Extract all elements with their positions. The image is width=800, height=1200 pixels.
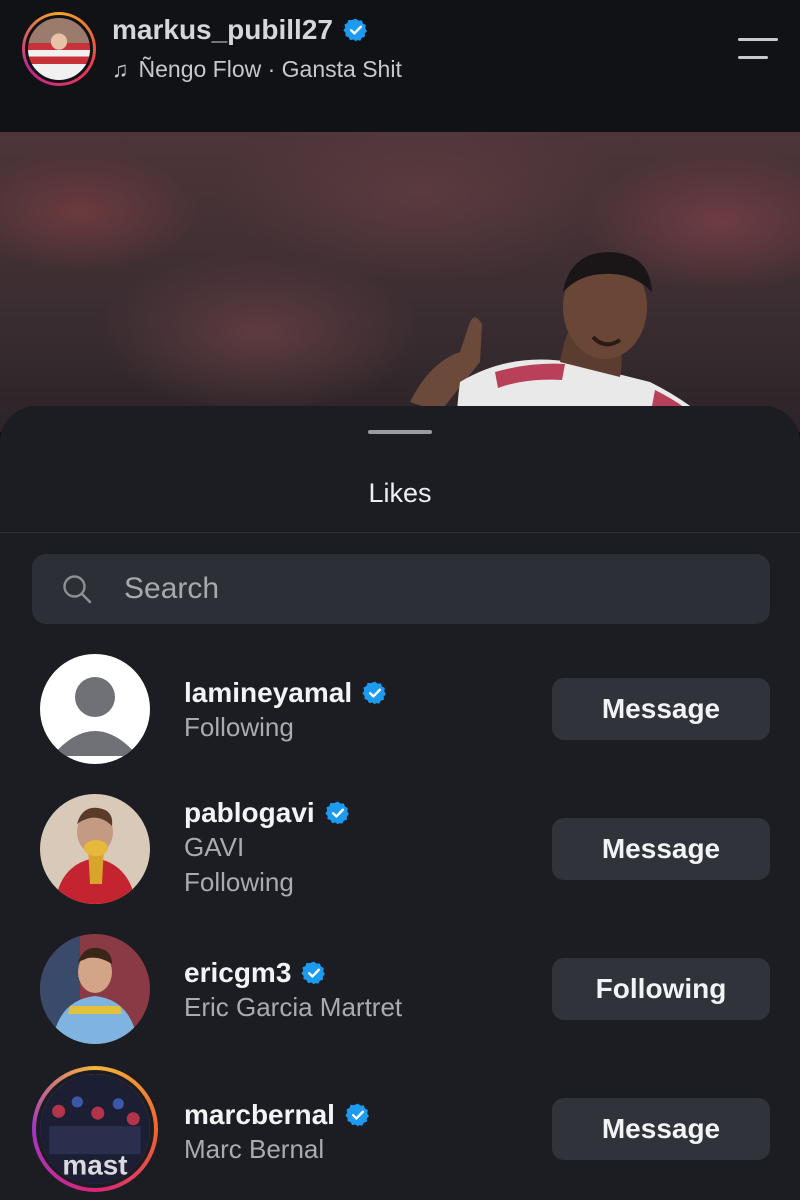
list-item[interactable]: pablogavi GAVI Following Message: [0, 794, 800, 924]
message-button[interactable]: Message: [552, 1098, 770, 1160]
likes-sheet: Likes lamineyamal Following Me: [0, 406, 800, 1200]
divider: [0, 532, 800, 533]
user-fullname: GAVI: [184, 832, 245, 862]
username[interactable]: lamineyamal: [184, 677, 352, 709]
search-icon: [63, 575, 92, 604]
user-name-row[interactable]: pablogavi: [184, 796, 351, 830]
music-note-icon: ♫: [112, 56, 129, 82]
message-button[interactable]: Message: [552, 818, 770, 880]
menu-icon[interactable]: [738, 38, 778, 60]
user-name-row[interactable]: ericgm3: [184, 956, 402, 990]
username[interactable]: pablogavi: [184, 797, 315, 829]
user-info: pablogavi GAVI Following: [184, 796, 351, 900]
author-name-row[interactable]: markus_pubill27: [112, 14, 369, 46]
user-name-row[interactable]: lamineyamal: [184, 676, 388, 710]
message-button[interactable]: Message: [552, 678, 770, 740]
user-subtitle: Following: [184, 712, 294, 742]
avatar[interactable]: [40, 934, 150, 1044]
search-input[interactable]: [124, 554, 744, 624]
verified-badge-icon: [343, 18, 367, 42]
verified-badge-icon: [301, 961, 326, 985]
following-button[interactable]: Following: [552, 958, 770, 1020]
default-avatar-icon[interactable]: [40, 654, 150, 764]
list-item[interactable]: mast marcbernal Marc Bernal Message: [0, 1066, 800, 1196]
post-photo[interactable]: Emirates: [0, 132, 800, 432]
search-bar[interactable]: [32, 554, 770, 624]
verified-badge-icon: [362, 681, 387, 705]
story-ring-avatar[interactable]: mast: [32, 1066, 158, 1192]
sheet-title: Likes: [368, 478, 432, 508]
user-info: marcbernal Marc Bernal: [184, 1098, 371, 1167]
player-image: Emirates: [410, 252, 720, 432]
username[interactable]: marcbernal: [184, 1099, 335, 1131]
user-name-row[interactable]: marcbernal: [184, 1098, 371, 1132]
user-fullname: Marc Bernal: [184, 1134, 325, 1164]
author-avatar[interactable]: [22, 12, 96, 86]
username[interactable]: ericgm3: [184, 957, 291, 989]
verified-badge-icon: [325, 801, 349, 825]
audio-track[interactable]: ♫ Ñengo Flow · Gansta Shit: [112, 56, 402, 83]
list-item[interactable]: lamineyamal Following Message: [0, 654, 800, 784]
author-avatar-image: [25, 15, 93, 83]
audio-track-label: Ñengo Flow · Gansta Shit: [138, 56, 402, 82]
list-item[interactable]: ericgm3 Eric Garcia Martret Following: [0, 934, 800, 1064]
user-info: ericgm3 Eric Garcia Martret: [184, 956, 402, 1025]
author-username[interactable]: markus_pubill27: [112, 14, 333, 46]
user-info: lamineyamal Following: [184, 676, 388, 745]
user-fullname: Eric Garcia Martret: [184, 992, 403, 1022]
user-subtitle: Following: [184, 867, 294, 897]
avatar[interactable]: [40, 794, 150, 904]
post-header: markus_pubill27 ♫ Ñengo Flow · Gansta Sh…: [0, 0, 800, 132]
sheet-drag-handle[interactable]: [368, 430, 432, 434]
verified-badge-icon: [345, 1103, 369, 1127]
avatar-logo-text: mast: [62, 1150, 127, 1181]
